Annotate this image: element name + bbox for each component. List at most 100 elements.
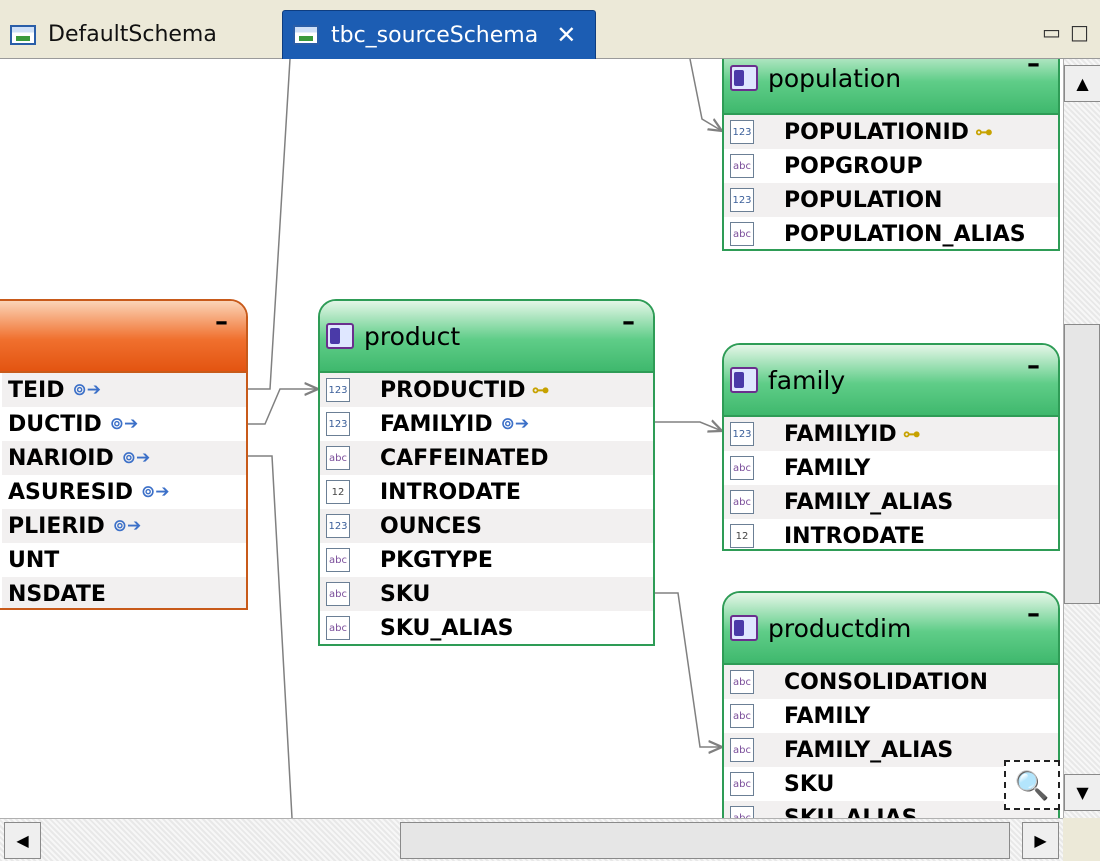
- column-row[interactable]: TEID ⊚➔: [2, 373, 246, 407]
- column-row[interactable]: abc FAMILY_ALIAS: [724, 485, 1058, 519]
- column-row[interactable]: abc PKGTYPE: [320, 543, 653, 577]
- column-list: 123 POPULATIONID ⊶ abc POPGROUP 123 POPULATION…: [724, 115, 1058, 249]
- column-name: SKU: [784, 771, 835, 797]
- column-row[interactable]: abc POPULATION_ALIAS: [724, 217, 1058, 249]
- table-header[interactable]: population –: [724, 59, 1058, 115]
- column-row[interactable]: abc CONSOLIDATION: [724, 665, 1058, 699]
- scroll-up-button[interactable]: ▲: [1064, 65, 1100, 102]
- numeric-type-icon: 123: [326, 514, 350, 538]
- column-name: CONSOLIDATION: [784, 669, 988, 695]
- column-name: DUCTID: [8, 411, 102, 437]
- column-row[interactable]: abc SKU_ALIAS: [320, 611, 653, 644]
- column-row[interactable]: 12 INTRODATE: [320, 475, 653, 509]
- collapse-icon[interactable]: –: [1027, 59, 1040, 79]
- column-list: 123 PRODUCTID ⊶ 123 FAMILYID ⊚➔ abc CAFFEINATED…: [320, 373, 653, 644]
- string-type-icon: abc: [730, 738, 754, 762]
- column-row[interactable]: NARIOID ⊚➔: [2, 441, 246, 475]
- column-row[interactable]: abc SKU: [320, 577, 653, 611]
- column-name: POPULATIONID: [784, 119, 969, 145]
- column-name: POPULATION: [784, 187, 943, 213]
- relationship-line: [653, 422, 722, 431]
- scroll-left-button[interactable]: ◀: [4, 822, 41, 859]
- scrollbar-corner: [1063, 818, 1100, 861]
- string-type-icon: abc: [730, 772, 754, 796]
- collapse-icon[interactable]: –: [1027, 351, 1040, 381]
- column-row[interactable]: 123 POPULATION: [724, 183, 1058, 217]
- column-row[interactable]: abc FAMILY: [724, 699, 1058, 733]
- column-name: POPULATION_ALIAS: [784, 221, 1026, 247]
- table-header[interactable]: –: [0, 301, 246, 373]
- table-title: population: [768, 63, 902, 93]
- fact-table[interactable]: – TEID ⊚➔ DUCTID ⊚➔ NARIOID ⊚➔ ASURESID ⊚➔ PLIER…: [0, 299, 248, 610]
- column-row[interactable]: 123 FAMILYID ⊚➔: [320, 407, 653, 441]
- tab-label: tbc_sourceSchema: [331, 22, 539, 48]
- column-name: FAMILY: [784, 703, 871, 729]
- collapse-icon[interactable]: –: [1027, 599, 1040, 629]
- product-table[interactable]: product – 123 PRODUCTID ⊶ 123 FAMILYID ⊚➔ abc C…: [318, 299, 655, 646]
- column-name: FAMILY_ALIAS: [784, 737, 954, 763]
- column-name: PKGTYPE: [380, 547, 493, 573]
- numeric-type-icon: 123: [326, 412, 350, 436]
- column-row[interactable]: NSDATE: [2, 577, 246, 608]
- schema-diagram-icon: [293, 25, 319, 45]
- string-type-icon: abc: [730, 456, 754, 480]
- date-type-icon: 12: [730, 524, 754, 548]
- tab-tbc-sourceschema[interactable]: tbc_sourceSchema ✕: [282, 10, 596, 59]
- column-row[interactable]: abc FAMILY: [724, 451, 1058, 485]
- numeric-type-icon: 123: [730, 422, 754, 446]
- schema-diagram-icon: [10, 24, 36, 45]
- family-table[interactable]: family – 123 FAMILYID ⊶ abc FAMILY abc FAMILY_…: [722, 343, 1060, 551]
- table-title: family: [768, 365, 846, 395]
- column-row[interactable]: 123 PRODUCTID ⊶: [320, 373, 653, 407]
- column-row[interactable]: UNT: [2, 543, 246, 577]
- column-row[interactable]: PLIERID ⊚➔: [2, 509, 246, 543]
- column-name: PLIERID: [8, 513, 105, 539]
- column-name: ASURESID: [8, 479, 133, 505]
- horizontal-scroll-thumb[interactable]: [400, 822, 1010, 859]
- collapse-icon[interactable]: –: [622, 307, 635, 337]
- table-header[interactable]: family –: [724, 345, 1058, 417]
- maximize-icon[interactable]: □: [1070, 20, 1089, 44]
- scroll-down-button[interactable]: ▼: [1064, 774, 1100, 811]
- tab-defaultschema[interactable]: DefaultSchema: [0, 10, 275, 59]
- column-row[interactable]: ASURESID ⊚➔: [2, 475, 246, 509]
- relationship-line: [248, 455, 293, 818]
- vertical-scroll-thumb[interactable]: [1064, 324, 1100, 604]
- scroll-right-button[interactable]: ▶: [1022, 822, 1059, 859]
- relationship-line: [689, 59, 722, 131]
- column-name: SKU_ALIAS: [784, 805, 918, 819]
- numeric-type-icon: 123: [730, 120, 754, 144]
- horizontal-scrollbar[interactable]: ◀ ▶: [0, 818, 1063, 861]
- foreign-key-icon: ⊚➔: [72, 380, 101, 400]
- table-icon: [730, 367, 758, 393]
- column-row[interactable]: 123 FAMILYID ⊶: [724, 417, 1058, 451]
- numeric-type-icon: 123: [326, 378, 350, 402]
- vertical-scrollbar[interactable]: ▲ ▼: [1063, 59, 1100, 818]
- column-row[interactable]: abc POPGROUP: [724, 149, 1058, 183]
- column-row[interactable]: 123 OUNCES: [320, 509, 653, 543]
- string-type-icon: abc: [730, 490, 754, 514]
- table-header[interactable]: productdim –: [724, 593, 1058, 665]
- close-icon[interactable]: ✕: [556, 21, 576, 49]
- minimize-icon[interactable]: ▭: [1042, 20, 1061, 44]
- relationship-line: [248, 59, 291, 390]
- foreign-key-icon: ⊚➔: [109, 414, 139, 434]
- column-row[interactable]: 12 INTRODATE: [724, 519, 1058, 549]
- foreign-key-icon: ⊚➔: [500, 414, 530, 434]
- zoom-icon[interactable]: 🔍: [1004, 760, 1060, 810]
- table-icon: [730, 615, 758, 641]
- column-name: OUNCES: [380, 513, 482, 539]
- editor-tab-bar: DefaultSchema tbc_sourceSchema ✕ ▭ □: [0, 0, 1100, 59]
- schema-diagram-canvas[interactable]: – TEID ⊚➔ DUCTID ⊚➔ NARIOID ⊚➔ ASURESID ⊚➔ PLIER…: [0, 59, 1063, 818]
- column-name: POPGROUP: [784, 153, 923, 179]
- collapse-icon[interactable]: –: [215, 307, 228, 337]
- column-name: FAMILY_ALIAS: [784, 489, 954, 515]
- table-header[interactable]: product –: [320, 301, 653, 373]
- string-type-icon: abc: [326, 548, 350, 572]
- column-row[interactable]: abc CAFFEINATED: [320, 441, 653, 475]
- population-table[interactable]: population – 123 POPULATIONID ⊶ abc POPGROUP…: [722, 59, 1060, 251]
- column-row[interactable]: 123 POPULATIONID ⊶: [724, 115, 1058, 149]
- column-row[interactable]: DUCTID ⊚➔: [2, 407, 246, 441]
- foreign-key-icon: ⊚➔: [112, 516, 142, 536]
- column-name: INTRODATE: [784, 523, 925, 549]
